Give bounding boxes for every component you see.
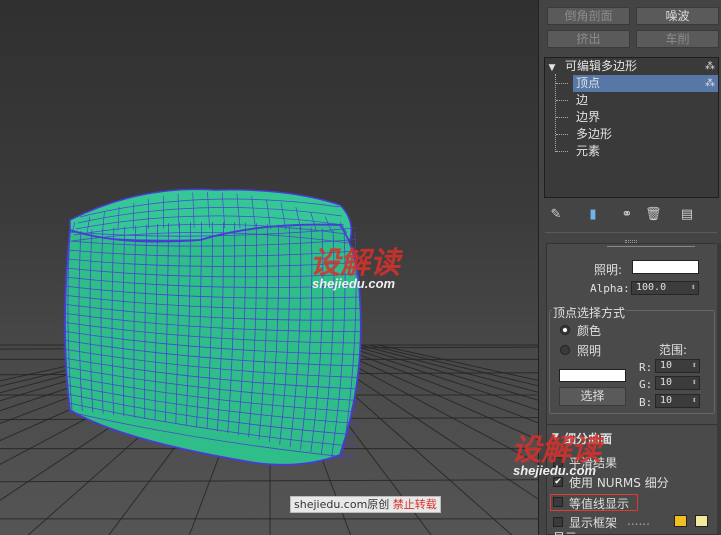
use-nurms-checkbox[interactable]: ✔ [553,477,563,487]
illum-label: 照明: [594,263,623,277]
stack-item-label: 元素 [576,144,601,158]
stack-tree-branch [556,151,568,152]
make-unique-icon[interactable]: ⚭ [619,207,635,223]
stack-item-polygon[interactable]: 多边形 [573,126,612,143]
radio-illum-label: 照明 [577,344,602,358]
modifier-stack-icon: ⁂ [705,78,715,89]
remove-modifier-icon[interactable]: 🗑 [645,207,662,223]
b-spinner[interactable]: 10 [655,394,700,408]
stack-tree-branch [556,83,568,84]
noise-button[interactable]: 噪波 [636,7,719,25]
isoline-display-checkbox[interactable] [553,497,563,507]
stack-tree-branch [556,134,568,135]
show-end-result-icon[interactable]: ▮ [585,207,601,223]
right-scrollbar[interactable] [717,243,721,535]
show-cage-dots: ...... [627,514,650,528]
stack-tree-branch [556,117,568,118]
modifier-stack[interactable]: ▼ 可编辑多边形 ⁂ 顶点 ⁂ 边 边界 多边形 元素 [544,57,719,198]
extrude-button[interactable]: 挤出 [547,30,630,48]
stack-tree-branch [556,100,568,101]
viewport[interactable]: 设解读 shejiedu.com shejiedu.com原创 禁止转载 [0,0,538,535]
radio-illum[interactable] [560,345,570,355]
modifier-stack-icon: ⁂ [705,61,715,72]
select-button[interactable]: 选择 [559,387,626,406]
stack-item-border[interactable]: 边界 [573,109,600,126]
display-label: 显示 [553,529,577,535]
radio-color-label: 颜色 [577,324,602,338]
viewport-scene[interactable] [0,0,538,535]
bevel-profile-button[interactable]: 倒角剖面 [547,7,630,25]
stack-item-label: 边界 [576,110,601,124]
watermark-logo-2: 设解读 shejiedu.com [511,425,601,478]
watermark-note: shejiedu.com原创 禁止转载 [290,496,441,513]
command-panel: 倒角剖面 噪波 挤出 车削 ▼ 可编辑多边形 ⁂ 顶点 ⁂ 边 边界 多边形 元素… [511,0,721,535]
stack-root-label: 可编辑多边形 [565,59,638,73]
soft-selection-rollout: 照明: Alpha: 100.0 顶点选择方式 颜色 照明 范围: R: 10 … [546,243,718,535]
illum-color-swatch[interactable] [632,260,699,274]
watermark-note-site: shejiedu.com原创 [294,498,390,511]
stack-item-edge[interactable]: 边 [573,92,588,109]
stack-item-label: 顶点 [576,76,601,90]
rollout-divider [545,232,717,233]
vertex-select-group-title: 顶点选择方式 [552,304,627,321]
rollout-top-edge [607,246,695,247]
show-cage-checkbox[interactable] [553,517,563,527]
cage-color-swatch-2[interactable] [695,515,708,527]
watermark-logo-text: 设解读 [511,434,601,467]
watermark-logo: 设解读 shejiedu.com [310,238,400,291]
range-label: 范围: [659,343,688,357]
configure-sets-icon[interactable]: ▤ [679,207,695,223]
lathe-button[interactable]: 车削 [636,30,719,48]
alpha-spinner[interactable]: 100.0 [631,281,699,295]
grid-line [0,479,538,483]
g-spinner[interactable]: 10 [655,376,700,390]
stack-item-vertex[interactable]: 顶点 ⁂ [573,75,718,92]
stack-item-label: 边 [576,93,589,107]
radio-color[interactable] [560,325,570,335]
pin-stack-icon[interactable]: ✎ [548,207,564,223]
watermark-note-forbid: 禁止转载 [392,498,437,511]
alpha-label: Alpha: [590,282,630,295]
stack-tools: ✎ ▮ ⚭ 🗑 ▤ [539,205,721,227]
watermark-logo-text: 设解读 [310,247,400,280]
select-color-swatch[interactable] [559,369,626,382]
stack-item-label: 多边形 [576,127,613,141]
expand-triangle-icon[interactable]: ▼ [545,60,559,77]
isoline-display-label: 等值线显示 [569,497,630,511]
stack-root-item[interactable]: ▼ 可编辑多边形 ⁂ [545,58,718,75]
cage-color-swatch-1[interactable] [674,515,687,527]
g-label: G: [639,378,653,391]
stack-item-element[interactable]: 元素 [573,143,600,160]
r-label: R: [639,361,653,374]
b-label: B: [639,396,653,409]
r-spinner[interactable]: 10 [655,359,700,373]
stack-tree-line [555,74,556,152]
